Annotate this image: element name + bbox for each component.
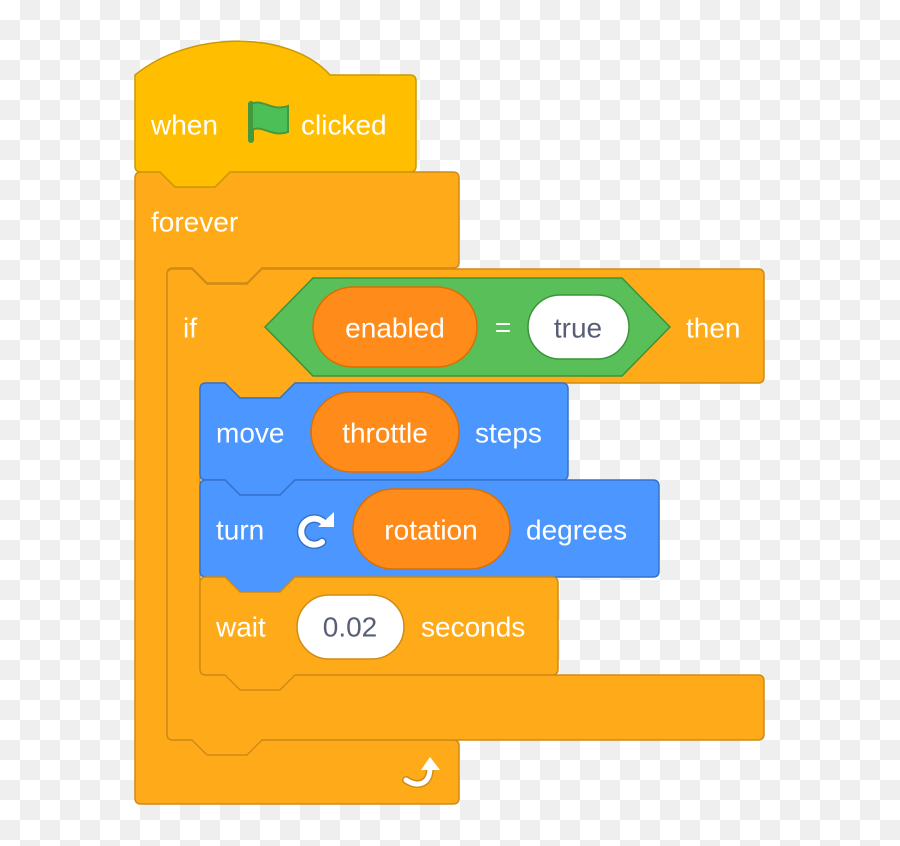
clicked-label: clicked bbox=[301, 110, 387, 141]
enabled-label: enabled bbox=[345, 313, 445, 344]
seconds-label: seconds bbox=[421, 612, 525, 643]
when-label: when bbox=[150, 110, 218, 141]
move-label: move bbox=[216, 418, 284, 449]
throttle-label: throttle bbox=[342, 418, 428, 449]
wait-label: wait bbox=[215, 612, 266, 643]
turn-label: turn bbox=[216, 515, 264, 546]
steps-label: steps bbox=[475, 418, 542, 449]
if-label: if bbox=[183, 313, 197, 344]
script-canvas: when clicked forever if enabled = true t… bbox=[134, 40, 765, 805]
true-value: true bbox=[554, 313, 602, 344]
rotation-label: rotation bbox=[384, 515, 477, 546]
degrees-label: degrees bbox=[526, 515, 627, 546]
then-label: then bbox=[686, 313, 741, 344]
equals-sign: = bbox=[495, 312, 511, 343]
forever-label: forever bbox=[151, 207, 238, 238]
wait-seconds-value: 0.02 bbox=[323, 612, 378, 643]
